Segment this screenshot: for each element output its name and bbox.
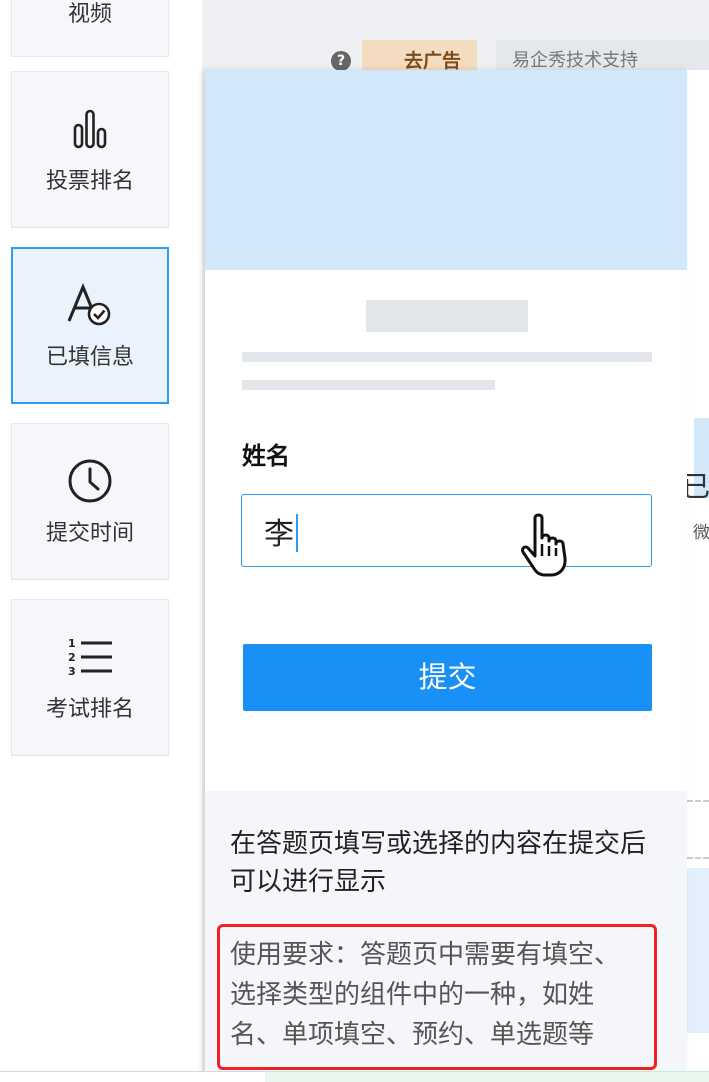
remove-ads-button[interactable]: 去广告 <box>362 40 477 70</box>
text-caret <box>296 514 298 552</box>
sidebar-item-filled-info[interactable]: 已填信息 <box>11 247 169 404</box>
preview-banner <box>205 70 687 270</box>
svg-text:3: 3 <box>68 665 76 678</box>
hand-pointer-icon <box>515 510 585 584</box>
divider <box>687 800 709 802</box>
sidebar-item-label: 投票排名 <box>45 168 134 194</box>
submit-button[interactable]: 提交 <box>243 644 652 711</box>
numbered-list-icon: 1 2 3 <box>66 633 114 681</box>
sidebar-item-label: 已填信息 <box>45 344 134 370</box>
remove-ads-label: 去广告 <box>404 50 462 70</box>
sidebar-item-video[interactable]: 视频 <box>11 0 169 57</box>
sidebar-item-label: 考试排名 <box>45 696 134 722</box>
component-description: 在答题页填写或选择的内容在提交后可以进行显示 使用要求：答题页中需要有填空、选择… <box>205 791 687 1081</box>
tech-support-label: 易企秀技术支持 <box>512 50 638 70</box>
bottom-bar-right <box>265 1071 709 1082</box>
usage-requirement-text: 使用要求：答题页中需要有填空、选择类型的组件中的一种，如姓名、单项填空、预约、单… <box>230 940 621 1050</box>
component-sidebar: 视频 投票排名 已填信息 提交时间 1 2 3 考试排名 <box>0 0 202 1081</box>
filled-info-preview: 姓名 李 提交 在答题页填写或选择的内容在提交后可以进行显示 使用要求：答题页中… <box>205 70 687 1081</box>
skeleton-line <box>242 352 652 362</box>
bottom-bar-left <box>0 1071 265 1082</box>
filled-info-icon <box>66 281 114 329</box>
divider <box>687 857 709 859</box>
description-text: 在答题页填写或选择的内容在提交后可以进行显示 <box>230 829 647 897</box>
name-field-label: 姓名 <box>242 442 290 470</box>
sidebar-item-label: 视频 <box>67 2 112 27</box>
clock-icon <box>67 457 113 505</box>
tech-support-badge[interactable]: 易企秀技术支持 <box>496 40 709 70</box>
skeleton-line <box>242 380 495 390</box>
sidebar-item-exam-rank[interactable]: 1 2 3 考试排名 <box>11 599 169 756</box>
name-input[interactable]: 李 <box>241 494 652 567</box>
svg-text:1: 1 <box>68 637 76 650</box>
help-icon[interactable]: ? <box>331 51 351 71</box>
bar-chart-icon <box>73 105 107 153</box>
sidebar-item-vote-rank[interactable]: 投票排名 <box>11 71 169 228</box>
skeleton-title <box>366 300 528 332</box>
right-panel-illustration <box>686 868 709 1033</box>
usage-requirement: 使用要求：答题页中需要有填空、选择类型的组件中的一种，如姓名、单项填空、预约、单… <box>217 924 657 1070</box>
svg-text:2: 2 <box>68 651 76 664</box>
name-input-value: 李 <box>264 517 294 552</box>
right-panel-subtitle-fragment: 微 <box>693 523 709 543</box>
sidebar-item-submit-time[interactable]: 提交时间 <box>11 423 169 580</box>
sidebar-item-label: 提交时间 <box>45 520 134 546</box>
